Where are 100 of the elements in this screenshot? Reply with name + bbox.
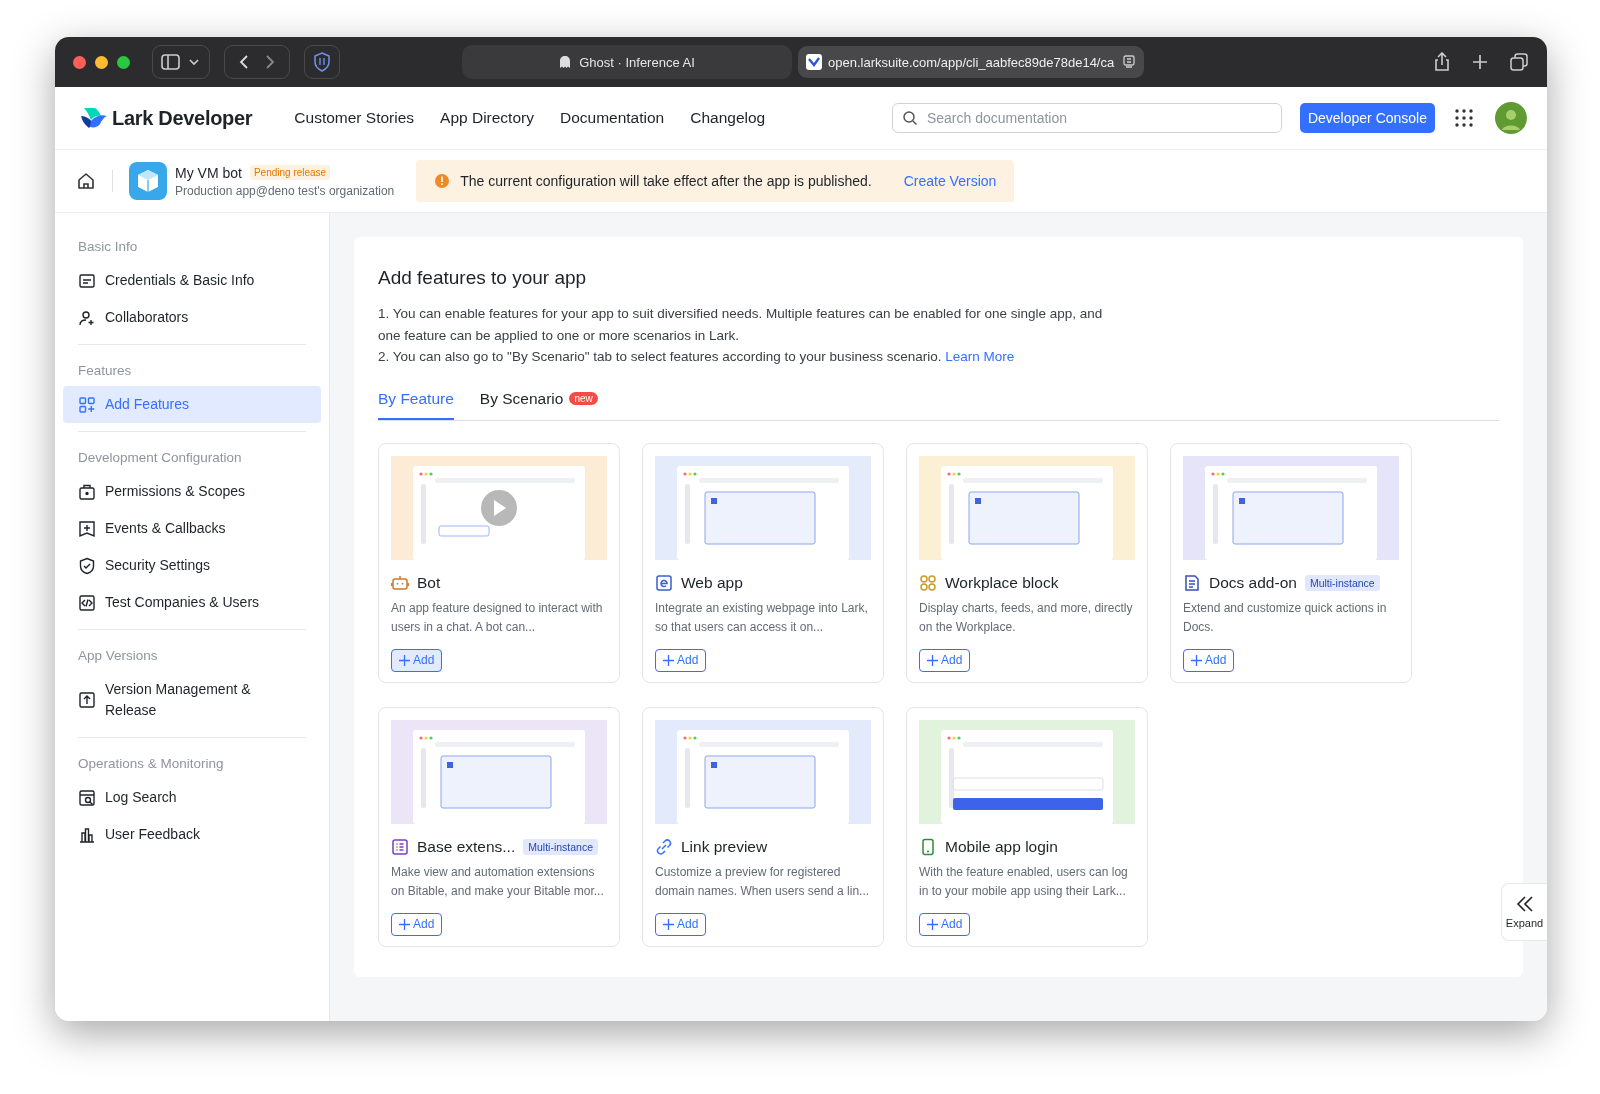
security-icon xyxy=(78,556,96,575)
nav-link[interactable]: Documentation xyxy=(559,109,665,127)
feature-title: Bot xyxy=(417,573,441,592)
reader-icon[interactable] xyxy=(1122,55,1136,69)
section-heading: Operations & Monitoring xyxy=(77,755,225,773)
feature-description: Integrate an existing webpage into Lark, so that users can access it on... xyxy=(655,599,869,636)
add-button[interactable]: Add xyxy=(391,912,443,936)
browser-tab[interactable]: Ghost · Inference AI xyxy=(462,45,792,79)
version-icon xyxy=(78,691,96,709)
plus-icon xyxy=(927,918,938,930)
logo-icon xyxy=(80,107,108,129)
close-icon[interactable] xyxy=(73,55,86,69)
organization-label: Production app@deno test's organization xyxy=(175,183,395,198)
add-button[interactable]: Add xyxy=(655,648,707,672)
tab[interactable]: By Feature xyxy=(378,383,454,420)
site-icon xyxy=(806,54,822,70)
sidebar-item[interactable]: Log Search xyxy=(63,779,321,816)
feature-description: Display charts, feeds, and more, directly on the Workplace. xyxy=(919,599,1134,636)
sidebar-toggle-icon xyxy=(161,53,201,71)
page-title: Add features to your app xyxy=(378,267,588,289)
maximize-icon[interactable] xyxy=(117,55,130,69)
feature-description: Customize a preview for registered domain names. When users send a lin... xyxy=(655,863,871,900)
status-tag: Pending release xyxy=(249,165,331,180)
intro-paragraph: 2. You can also go to "By Scenario" tab to select features according to your business scenario. Learn More xyxy=(378,348,1016,366)
nav-link[interactable]: App Directory xyxy=(440,109,534,127)
new-tab-icon[interactable] xyxy=(1471,53,1489,71)
expand-button[interactable]: Expand xyxy=(1501,883,1547,941)
log-icon xyxy=(78,788,96,807)
feature-title: Mobile app login xyxy=(945,837,1058,856)
developer-console-button[interactable]: Developer Console xyxy=(1299,103,1435,133)
plus-icon xyxy=(1191,654,1202,666)
home-icon[interactable] xyxy=(76,171,96,191)
sidebar-item[interactable]: Events & Callbacks xyxy=(63,510,321,547)
add-button[interactable]: Add xyxy=(1183,648,1235,672)
feature-title: Docs add-on xyxy=(1209,573,1297,592)
credentials-icon xyxy=(78,271,96,290)
avatar[interactable] xyxy=(1495,102,1527,134)
share-icon[interactable] xyxy=(1433,52,1451,72)
webapp-icon xyxy=(655,573,673,592)
add-button[interactable]: Add xyxy=(391,648,443,672)
permissions-icon xyxy=(78,482,96,501)
feature-title: Base extens... xyxy=(417,837,516,856)
section-heading: Features xyxy=(77,362,133,380)
sidebar-item[interactable]: Credentials & Basic Info xyxy=(63,262,321,299)
app-name: My VM bot xyxy=(175,164,242,181)
plus-icon xyxy=(927,654,938,666)
plus-icon xyxy=(399,918,410,930)
learn-more-link[interactable]: Learn More xyxy=(945,349,1015,364)
feature-description: Make view and automation extensions on Bitable, and make your Bitable mor... xyxy=(391,863,605,900)
sidebar-item[interactable]: Test Companies & Users xyxy=(63,584,321,621)
sidebar-item[interactable]: Collaborators xyxy=(63,299,321,336)
features-icon xyxy=(78,395,96,414)
notice-text: The current configuration will take effect after the app is published. xyxy=(460,173,872,189)
sidebar-item[interactable]: Version Management & Release xyxy=(63,671,321,729)
sidebar-item[interactable]: Add Features xyxy=(63,386,321,423)
docs-icon xyxy=(1183,573,1201,592)
nav-link[interactable]: Customer Stories xyxy=(294,109,415,127)
feedback-icon xyxy=(78,825,96,844)
multi-instance-tag: Multi-instance xyxy=(1304,574,1380,591)
tabs-overview-icon[interactable] xyxy=(1509,52,1529,72)
test-icon xyxy=(78,593,96,612)
plus-icon xyxy=(663,918,674,930)
events-icon xyxy=(78,519,96,538)
feature-title: Web app xyxy=(681,573,743,592)
section-heading: App Versions xyxy=(77,647,159,665)
feature-title: Workplace block xyxy=(945,573,1059,592)
feature-title: Link preview xyxy=(681,837,768,856)
double-chevron-icon xyxy=(1514,895,1535,913)
link-icon xyxy=(655,837,673,856)
workplace-icon xyxy=(919,573,937,592)
sidebar-toggle-button[interactable] xyxy=(152,45,210,79)
logo[interactable]: Lark Developer xyxy=(80,106,253,130)
warning-icon xyxy=(434,173,451,189)
add-button[interactable]: Add xyxy=(655,912,707,936)
create-version-link[interactable]: Create Version xyxy=(903,173,997,189)
feature-description: With the feature enabled, users can log in to your mobile app using their Lark... xyxy=(919,863,1129,900)
base-icon xyxy=(391,837,409,856)
sidebar-item[interactable]: Security Settings xyxy=(63,547,321,584)
collaborators-icon xyxy=(78,308,96,327)
intro-paragraph: 1. You can enable features for your app to suit diversified needs. Multiple features can be enabled for one single app, and one feature can be applied to one or more scenarios in Lark. xyxy=(378,305,1104,345)
new-badge: new xyxy=(569,392,598,405)
plus-icon xyxy=(399,654,410,666)
shield-icon[interactable] xyxy=(304,45,340,79)
add-button[interactable]: Add xyxy=(919,912,971,936)
address-bar[interactable]: open.larksuite.com/app/cli_aabfec89de78de14/ca xyxy=(798,46,1144,78)
multi-instance-tag: Multi-instance xyxy=(523,838,598,855)
nav-link[interactable]: Changelog xyxy=(690,109,766,127)
navigation-buttons[interactable] xyxy=(224,45,290,79)
search-icon xyxy=(901,110,918,126)
search-field[interactable]: Search documentation xyxy=(891,103,1282,133)
bot-icon xyxy=(391,573,409,592)
feature-description: An app feature designed to interact with users in a chat. A bot can... xyxy=(391,599,604,636)
tab[interactable]: By Scenario new xyxy=(479,383,598,420)
minimize-icon[interactable] xyxy=(95,55,108,69)
apps-grid-icon[interactable] xyxy=(1455,109,1473,127)
sidebar-item[interactable]: User Feedback xyxy=(63,816,321,853)
add-button[interactable]: Add xyxy=(919,648,971,672)
app-icon xyxy=(129,162,167,200)
sidebar-item[interactable]: Permissions & Scopes xyxy=(63,473,321,510)
ghost-icon xyxy=(559,55,572,69)
